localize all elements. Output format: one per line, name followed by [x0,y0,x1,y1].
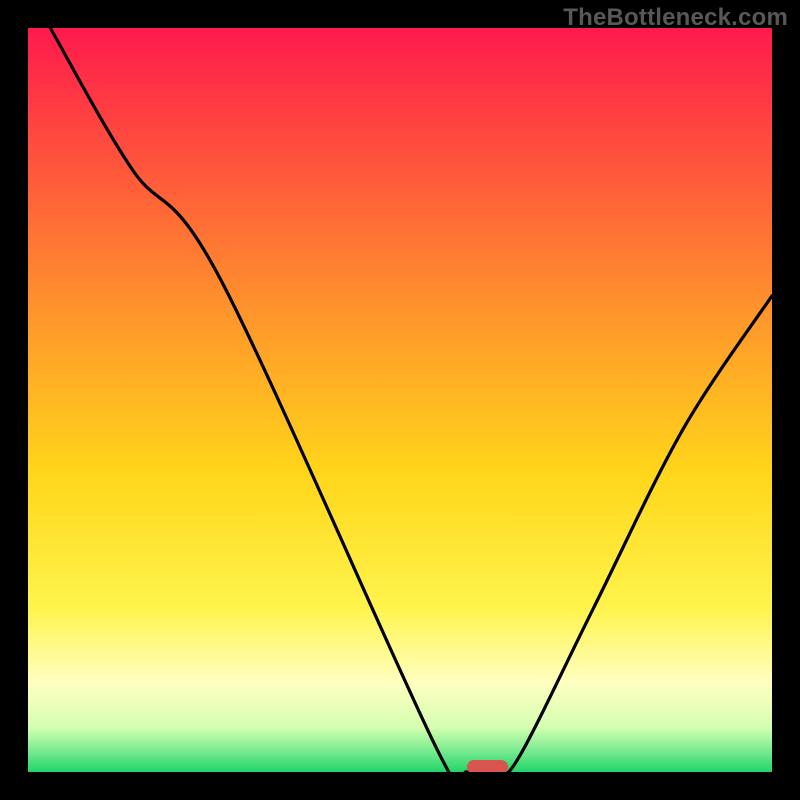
watermark-text: TheBottleneck.com [563,4,788,32]
plot-area [28,28,772,772]
bottleneck-curve [28,28,772,772]
optimal-marker [467,760,508,772]
chart-frame: TheBottleneck.com [0,0,800,800]
